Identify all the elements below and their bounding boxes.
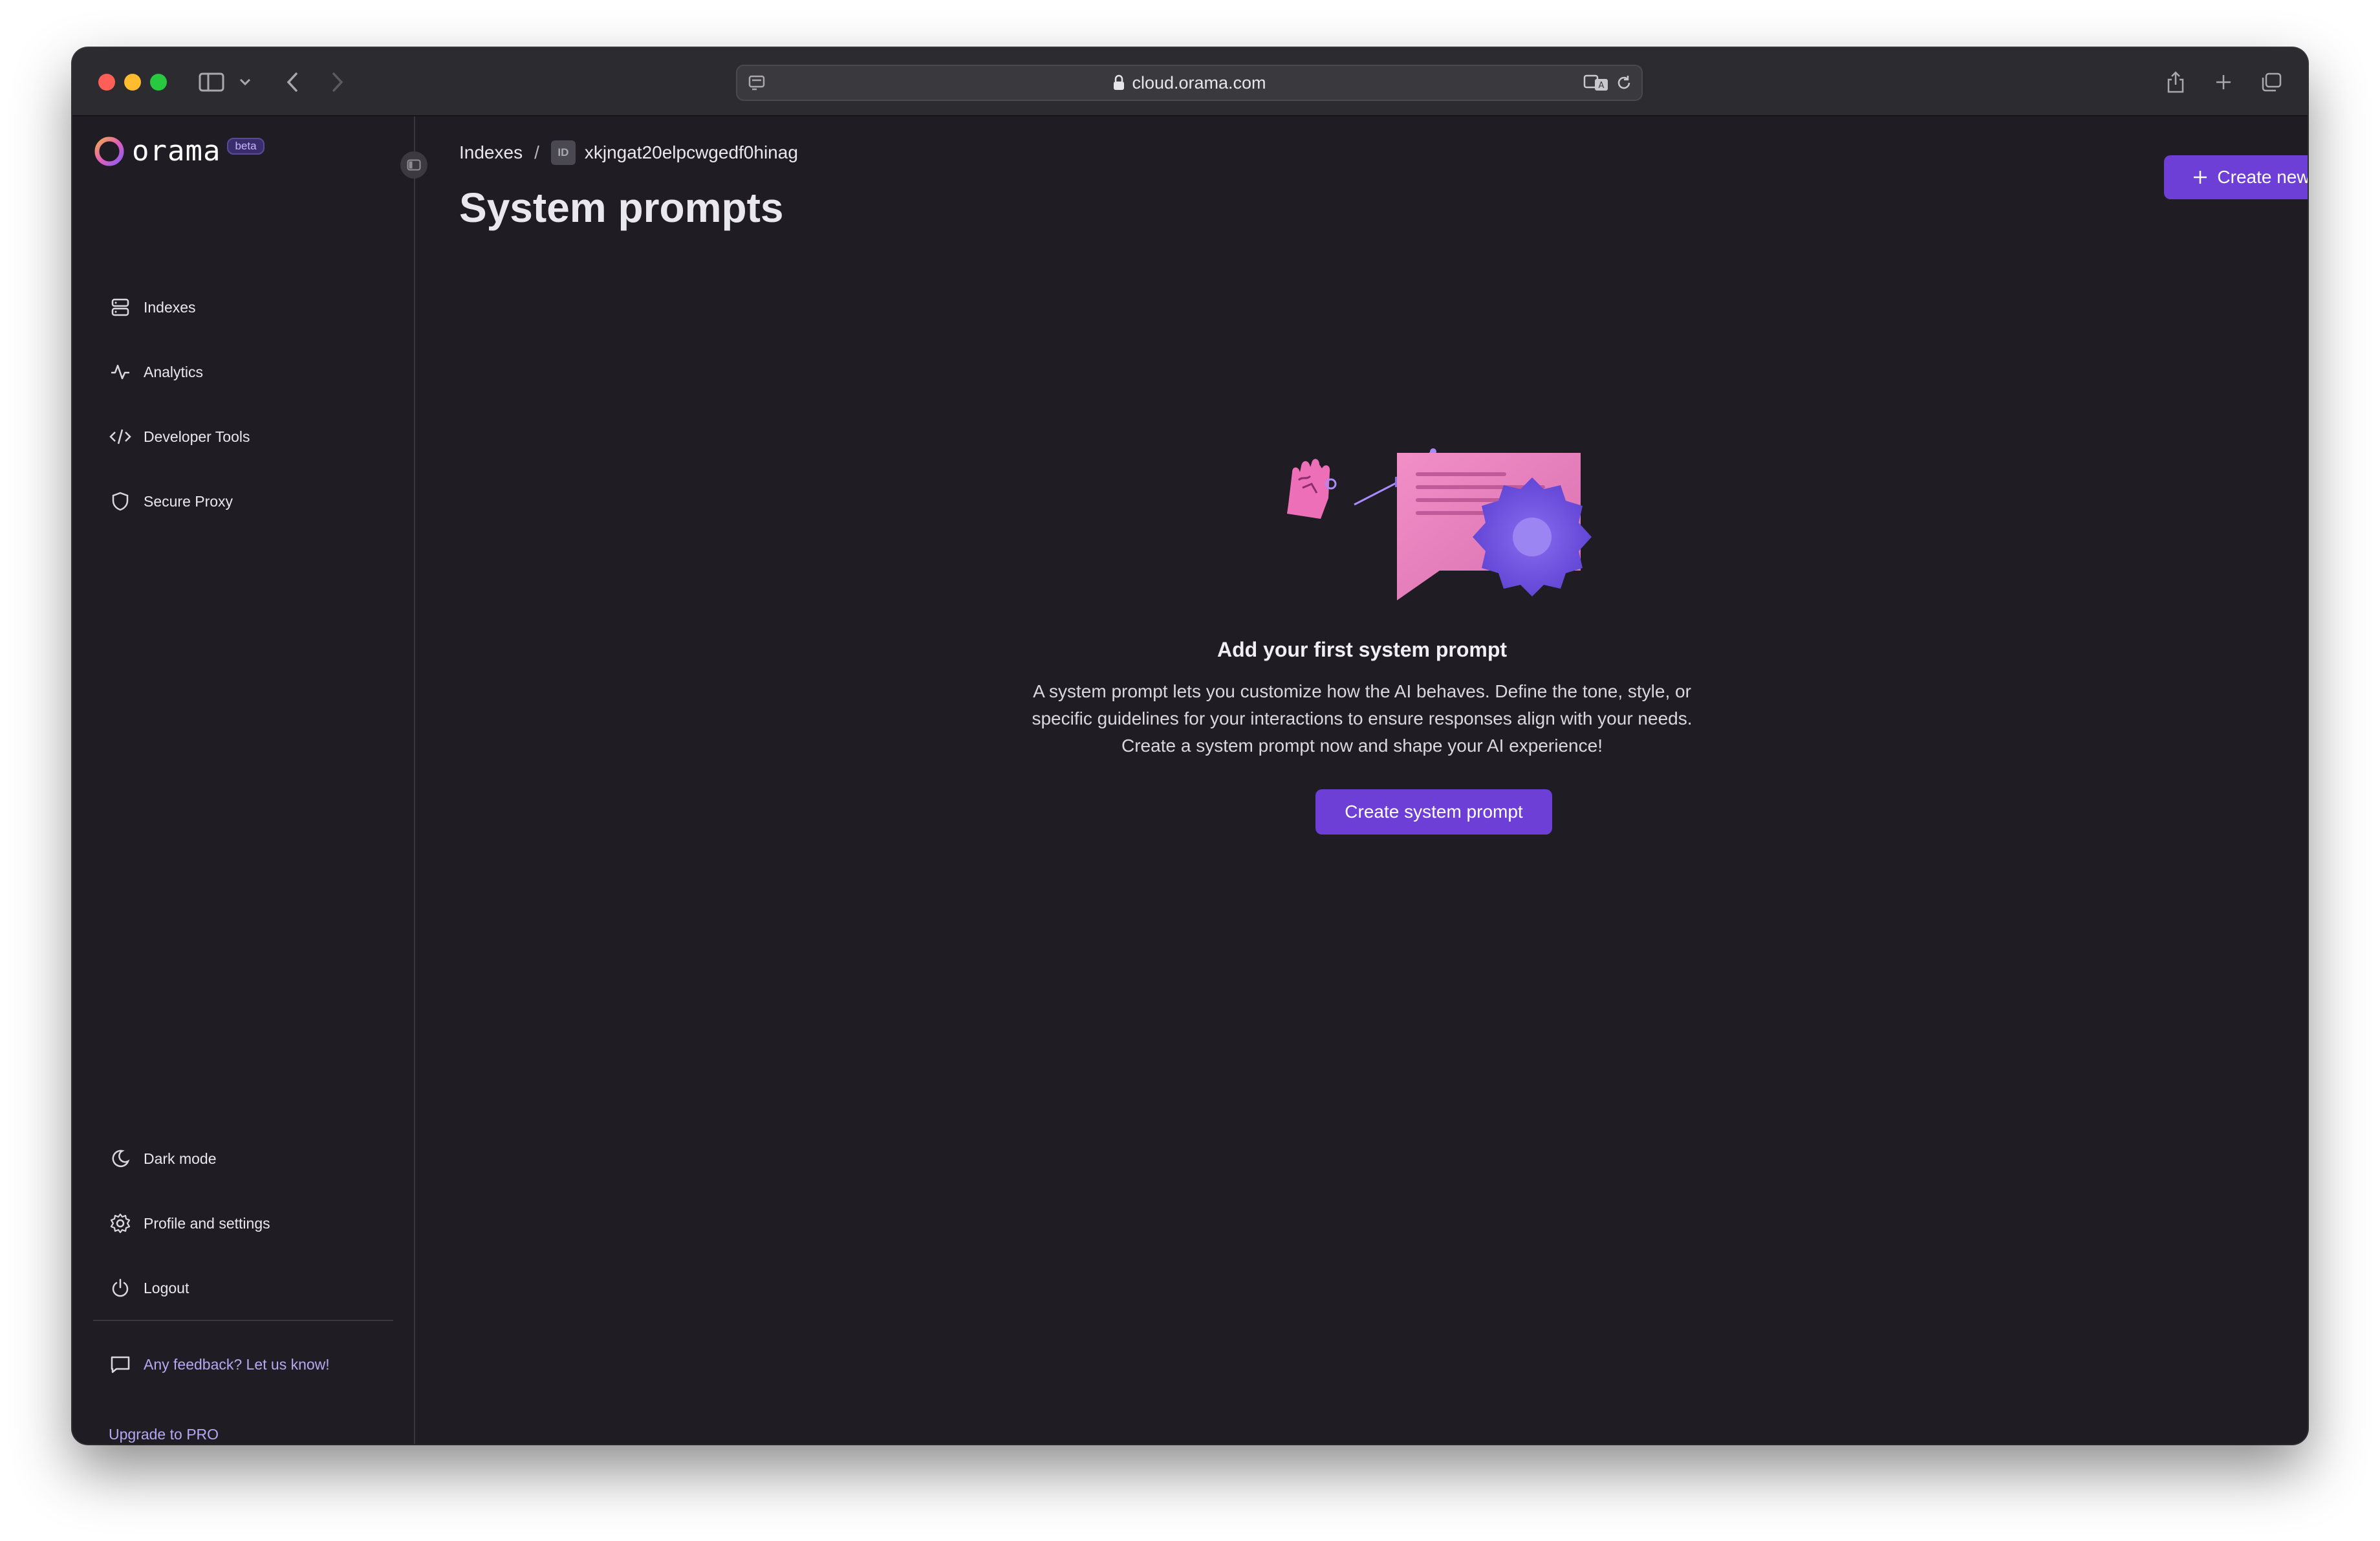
server-icon: [109, 296, 132, 319]
breadcrumb: Indexes / ID xkjngat20elpcwgedf0hinag: [459, 138, 798, 167]
reload-icon[interactable]: [1616, 74, 1632, 94]
sidebar-toggle-icon[interactable]: [195, 65, 228, 100]
sidebar-item-indexes[interactable]: Indexes: [109, 291, 196, 323]
description-line: specific guidelines for your interaction…: [1032, 708, 1693, 728]
empty-state-description: A system prompt lets you customize how t…: [416, 678, 2308, 760]
sidebar-divider: [93, 1320, 393, 1321]
forward-arrow-icon[interactable]: [325, 65, 351, 100]
sidebar-item-logout[interactable]: Logout: [109, 1272, 189, 1304]
empty-state-illustration: [1270, 375, 1632, 621]
collapse-sidebar-button[interactable]: [400, 151, 427, 179]
orama-logo[interactable]: orama beta: [93, 135, 265, 168]
lock-icon: [1112, 74, 1125, 91]
sidebar-item-label: Logout: [144, 1279, 189, 1296]
url-text: cloud.orama.com: [1132, 72, 1266, 93]
sidebar-item-label: Developer Tools: [144, 428, 250, 445]
sidebar-item-developer-tools[interactable]: Developer Tools: [109, 421, 250, 453]
chevron-down-icon[interactable]: [235, 65, 255, 100]
activity-icon: [109, 360, 132, 384]
zoom-window-button[interactable]: [150, 74, 167, 91]
create-system-prompt-button[interactable]: Create system prompt: [1315, 789, 1552, 835]
sidebar-item-analytics[interactable]: Analytics: [109, 356, 203, 388]
upgrade-link[interactable]: Upgrade to PRO: [109, 1426, 219, 1443]
feedback-link[interactable]: Any feedback? Let us know!: [109, 1348, 330, 1381]
minimize-window-button[interactable]: [124, 74, 141, 91]
orama-logo-icon: [94, 137, 124, 166]
breadcrumb-indexes-link[interactable]: Indexes: [459, 142, 523, 163]
breadcrumb-index-id[interactable]: xkjngat20elpcwgedf0hinag: [585, 142, 798, 163]
description-line: Create a system prompt now and shape you…: [1121, 736, 1603, 756]
translate-icon[interactable]: A: [1583, 74, 1609, 95]
close-window-button[interactable]: [98, 74, 115, 91]
main-content: Indexes / ID xkjngat20elpcwgedf0hinag Sy…: [416, 116, 2308, 1444]
sidebar-item-label: Dark mode: [144, 1150, 217, 1167]
message-square-icon: [109, 1353, 132, 1376]
new-tab-icon[interactable]: [2211, 65, 2236, 100]
svg-text:A: A: [1599, 81, 1605, 91]
power-icon: [109, 1276, 132, 1300]
create-new-button[interactable]: Create new: [2164, 155, 2308, 199]
sidebar-item-secure-proxy[interactable]: Secure Proxy: [109, 485, 233, 518]
page-title: System prompts: [459, 184, 784, 231]
feedback-label: Any feedback? Let us know!: [144, 1355, 330, 1373]
sidebar-item-label: Analytics: [144, 363, 204, 380]
tab-overview-icon[interactable]: [2258, 65, 2284, 100]
create-new-label: Create new: [2217, 167, 2308, 187]
url-display: cloud.orama.com: [737, 66, 1641, 100]
sidebar-item-label: Secure Proxy: [144, 492, 233, 510]
id-badge-icon: ID: [550, 140, 576, 165]
breadcrumb-separator: /: [534, 142, 539, 162]
address-bar[interactable]: cloud.orama.com A: [736, 65, 1643, 101]
description-line: A system prompt lets you customize how t…: [1033, 681, 1691, 701]
sidebar-item-label: Indexes: [144, 298, 196, 316]
panel-left-icon: [407, 159, 421, 171]
share-icon[interactable]: [2163, 65, 2189, 100]
beta-badge: beta: [227, 137, 265, 155]
plus-icon: [2192, 169, 2208, 185]
sidebar: orama beta Indexes Analytics Developer T…: [72, 116, 415, 1444]
browser-toolbar: cloud.orama.com A: [72, 48, 2308, 116]
code-icon: [109, 425, 132, 448]
browser-window: cloud.orama.com A orama beta Indexes Ana…: [72, 48, 2308, 1444]
sidebar-item-dark-mode[interactable]: Dark mode: [109, 1142, 216, 1175]
logo-text: orama: [132, 135, 221, 168]
shield-icon: [109, 490, 132, 513]
sidebar-item-profile-settings[interactable]: Profile and settings: [109, 1207, 270, 1240]
sidebar-item-label: Profile and settings: [144, 1214, 270, 1232]
gear-icon: [109, 1212, 132, 1235]
empty-state-title: Add your first system prompt: [1217, 638, 1508, 661]
moon-icon: [109, 1147, 132, 1170]
back-arrow-icon[interactable]: [279, 65, 305, 100]
